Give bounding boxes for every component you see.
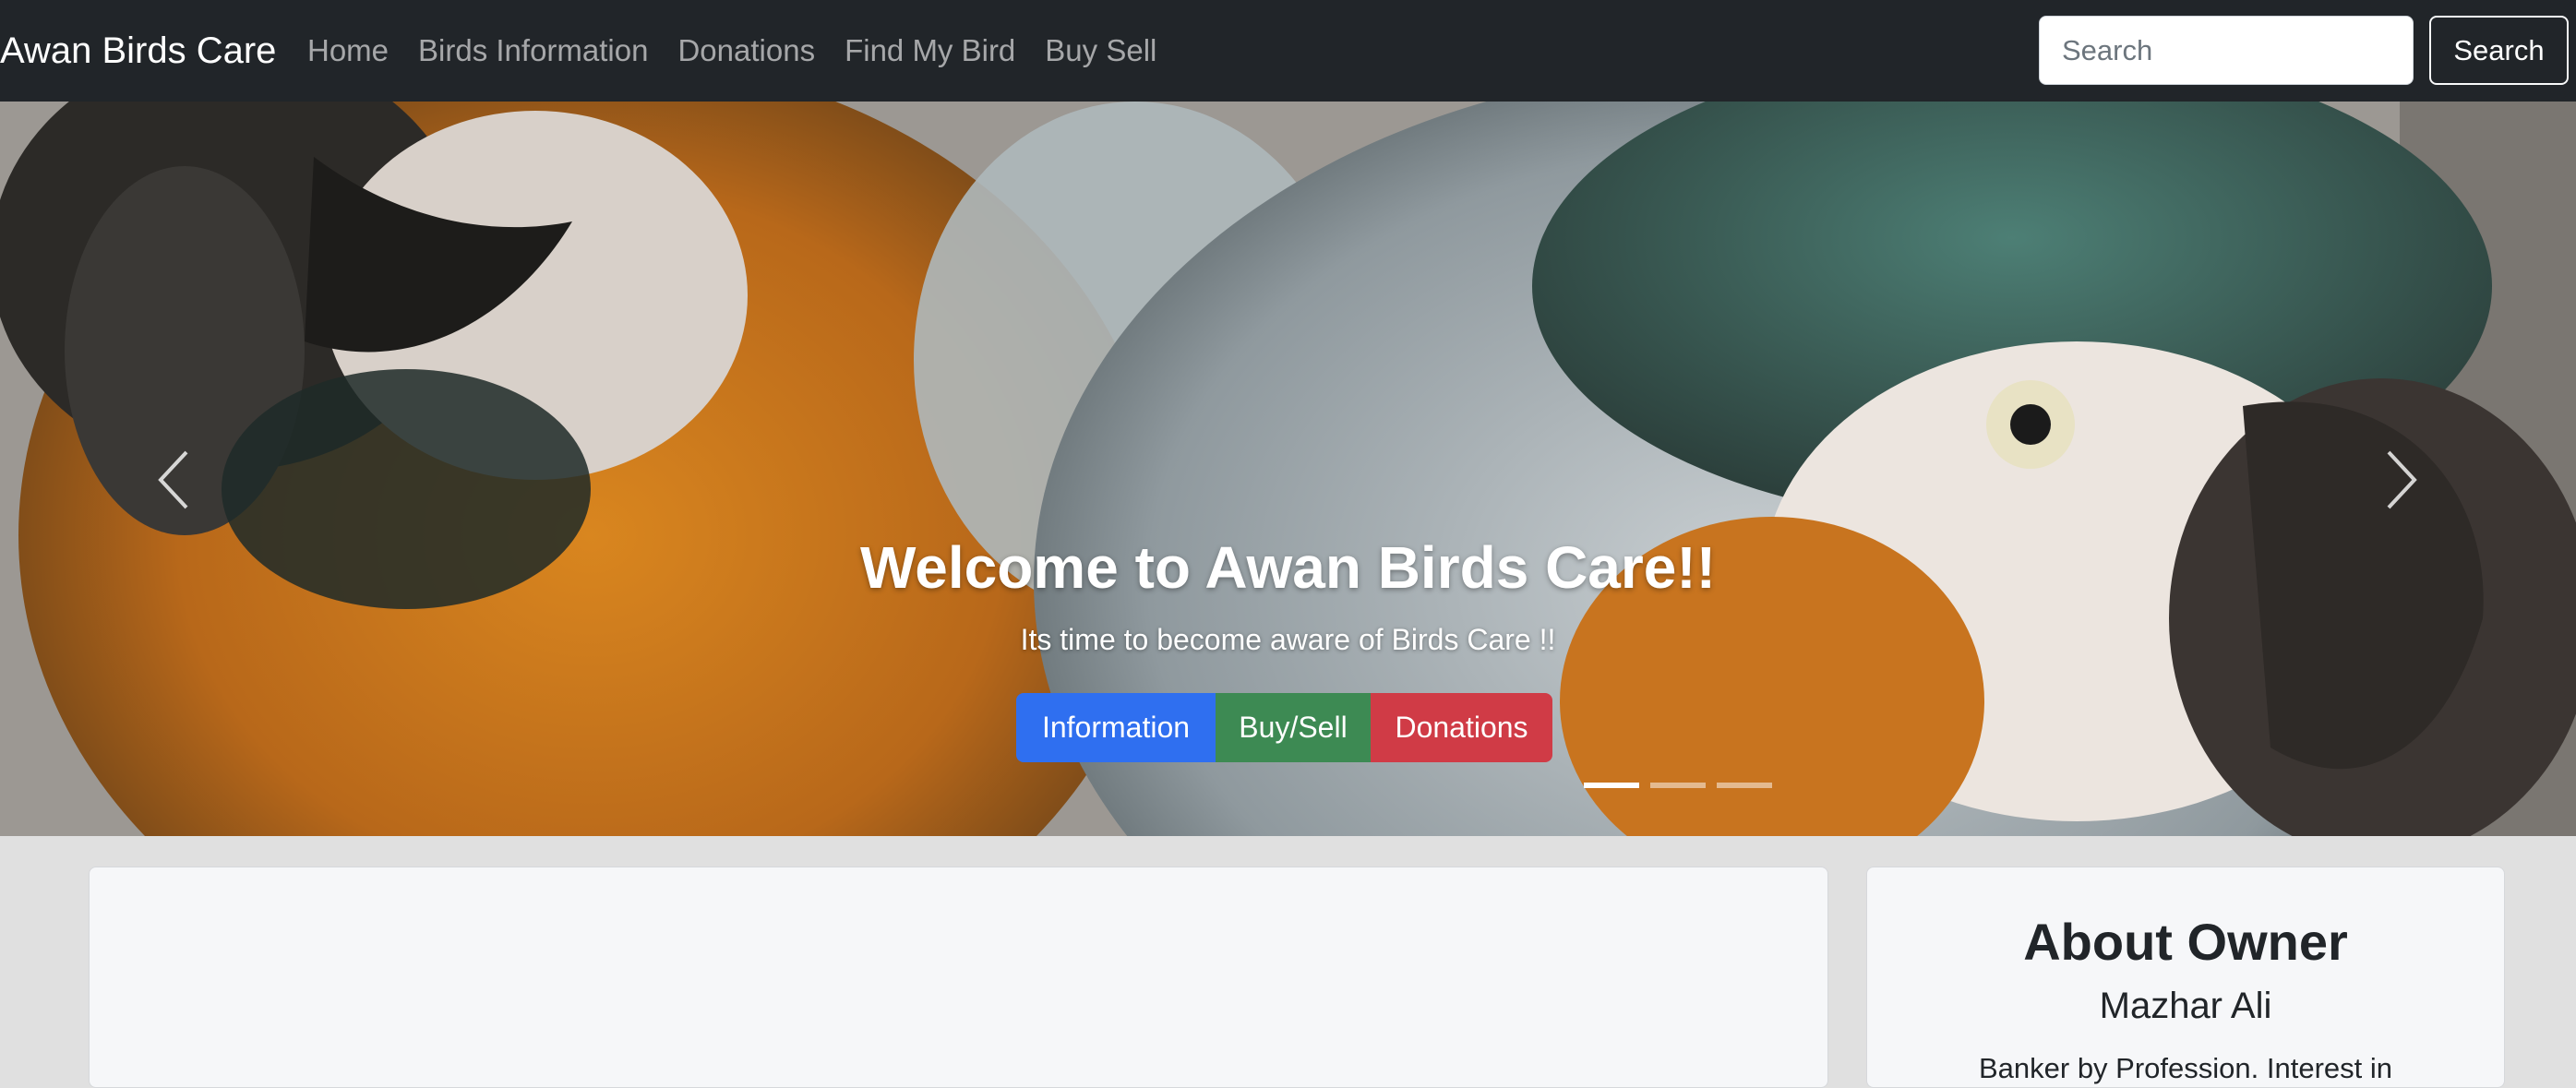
search-input[interactable] xyxy=(2039,16,2414,85)
buy-sell-button[interactable]: Buy/Sell xyxy=(1216,693,1371,762)
donations-button[interactable]: Donations xyxy=(1371,693,1552,762)
nav-link-buy-sell[interactable]: Buy Sell xyxy=(1045,33,1156,68)
carousel-indicator-1[interactable] xyxy=(1584,783,1639,788)
about-owner-title: About Owner xyxy=(2023,913,2348,971)
search-button[interactable]: Search xyxy=(2429,16,2569,85)
top-navbar: Awan Birds Care Home Birds Information D… xyxy=(0,0,2576,102)
nav-link-birds-information[interactable]: Birds Information xyxy=(418,33,648,68)
about-owner-card: About Owner Mazhar Ali Banker by Profess… xyxy=(1866,867,2505,1088)
owner-bio: Banker by Profession. Interest in xyxy=(1978,1052,2392,1084)
information-button[interactable]: Information xyxy=(1016,693,1216,762)
carousel-next-button[interactable] xyxy=(2363,434,2437,526)
owner-name: Mazhar Ali xyxy=(2099,986,2272,1026)
nav-link-home[interactable]: Home xyxy=(307,33,389,68)
brand-logo[interactable]: Awan Birds Care xyxy=(0,0,276,102)
nav-links: Home Birds Information Donations Find My… xyxy=(307,0,1186,102)
carousel-indicator-3[interactable] xyxy=(1717,783,1772,788)
chevron-left-icon xyxy=(158,450,188,509)
nav-link-donations[interactable]: Donations xyxy=(677,33,815,68)
chevron-right-icon xyxy=(2387,450,2417,509)
main-content-card xyxy=(89,867,1828,1088)
nav-link-find-my-bird[interactable]: Find My Bird xyxy=(845,33,1015,68)
hero-carousel: Welcome to Awan Birds Care!! Its time to… xyxy=(0,102,2576,836)
hero-subtitle: Its time to become aware of Birds Care !… xyxy=(1020,623,1556,656)
hero-button-group: Information Buy/Sell Donations xyxy=(1016,693,1552,762)
hero-title: Welcome to Awan Birds Care!! xyxy=(859,534,1717,601)
carousel-prev-button[interactable] xyxy=(138,434,212,526)
carousel-indicator-2[interactable] xyxy=(1650,783,1706,788)
carousel-indicators xyxy=(1584,783,1783,788)
